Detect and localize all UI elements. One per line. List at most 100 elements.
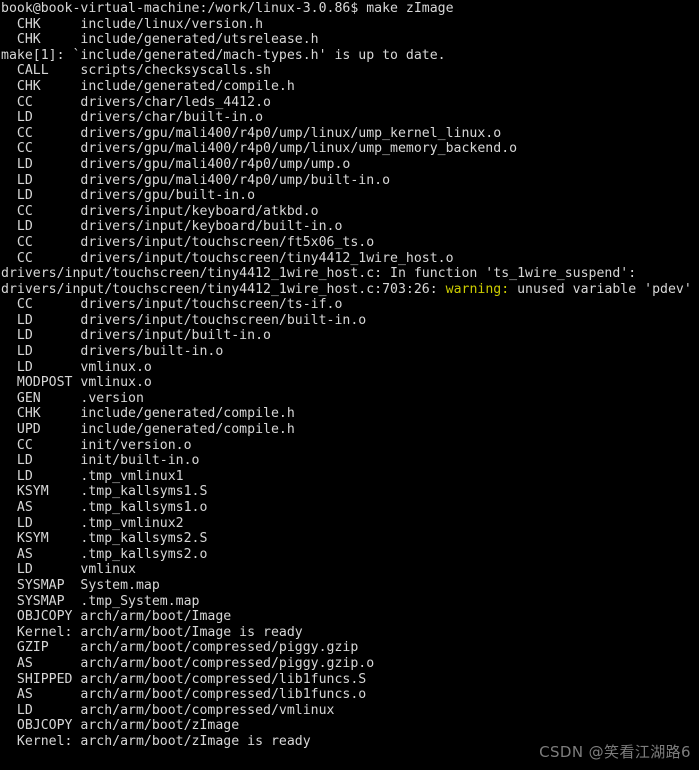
terminal-line: CHK include/generated/compile.h [0,79,699,95]
terminal-text: LD drivers/input/keyboard/built-in.o [1,219,343,235]
terminal-text: LD drivers/char/built-in.o [1,110,264,126]
terminal-line: Kernel: arch/arm/boot/Image is ready [0,625,699,641]
terminal-text: CALL scripts/checksyscalls.sh [1,63,271,79]
terminal-text: SHIPPED arch/arm/boot/compressed/lib1fun… [1,671,367,687]
terminal-text: LD drivers/gpu/built-in.o [1,188,256,204]
terminal-line: LD drivers/gpu/built-in.o [0,188,699,204]
terminal-text: Kernel: arch/arm/boot/Image is ready [1,624,303,640]
terminal-text: CC drivers/char/leds_4412.o [1,94,271,110]
terminal-line: LD drivers/gpu/mali400/r4p0/ump/built-in… [0,173,699,189]
terminal-text: LD vmlinux.o [1,359,152,375]
terminal-text: UPD include/generated/compile.h [1,422,295,438]
terminal-text: CC drivers/input/touchscreen/ft5x06_ts.o [1,234,375,250]
terminal-text: LD drivers/gpu/mali400/r4p0/ump/ump.o [1,156,351,172]
terminal-line: SYSMAP .tmp_System.map [0,594,699,610]
terminal-line: OBJCOPY arch/arm/boot/zImage [0,718,699,734]
terminal-line: AS .tmp_kallsyms2.o [0,547,699,563]
terminal-line: make[1]: `include/generated/mach-types.h… [0,48,699,64]
terminal-text: CHK include/linux/version.h [1,16,264,32]
terminal-text: GEN .version [1,390,144,406]
terminal-line: KSYM .tmp_kallsyms1.S [0,484,699,500]
terminal-line: CHK include/linux/version.h [0,17,699,33]
terminal-text: SYSMAP System.map [1,577,160,593]
terminal-text: CHK include/generated/compile.h [1,78,295,94]
terminal-text: MODPOST vmlinux.o [1,375,152,391]
terminal-line: CC drivers/input/keyboard/atkbd.o [0,204,699,220]
terminal-text: Kernel: arch/arm/boot/zImage is ready [1,733,311,749]
terminal-line: drivers/input/touchscreen/tiny4412_1wire… [0,282,699,298]
terminal-text: LD arch/arm/boot/compressed/vmlinux [1,702,335,718]
terminal-line: CC drivers/input/touchscreen/ft5x06_ts.o [0,235,699,251]
terminal-output[interactable]: book@book-virtual-machine:/work/linux-3.… [0,1,699,750]
terminal-text: CC drivers/input/touchscreen/tiny4412_1w… [1,250,454,266]
terminal-line: AS arch/arm/boot/compressed/piggy.gzip.o [0,656,699,672]
terminal-line: LD .tmp_vmlinux1 [0,469,699,485]
terminal-text: KSYM .tmp_kallsyms1.S [1,484,208,500]
terminal-line: CC drivers/input/touchscreen/ts-if.o [0,297,699,313]
terminal-line: LD drivers/built-in.o [0,344,699,360]
terminal-line: LD drivers/char/built-in.o [0,110,699,126]
terminal-line: LD drivers/input/touchscreen/built-in.o [0,313,699,329]
terminal-line: SYSMAP System.map [0,578,699,594]
terminal-text: KSYM .tmp_kallsyms2.S [1,531,208,547]
terminal-line: OBJCOPY arch/arm/boot/Image [0,609,699,625]
terminal-text: drivers/input/touchscreen/tiny4412_1wire… [1,281,446,297]
warning-token: warning: [445,281,510,297]
terminal-line: CHK include/generated/utsrelease.h [0,32,699,48]
terminal-line: AS arch/arm/boot/compressed/lib1funcs.o [0,687,699,703]
terminal-text: CHK include/generated/utsrelease.h [1,32,319,48]
terminal-text: LD drivers/gpu/mali400/r4p0/ump/built-in… [1,172,391,188]
terminal-line: CHK include/generated/compile.h [0,406,699,422]
terminal-text: CC drivers/gpu/mali400/r4p0/ump/linux/um… [1,125,502,141]
terminal-text: LD drivers/input/touchscreen/built-in.o [1,312,367,328]
terminal-line: CC drivers/gpu/mali400/r4p0/ump/linux/um… [0,141,699,157]
terminal-line: GEN .version [0,391,699,407]
terminal-text: AS arch/arm/boot/compressed/lib1funcs.o [1,687,367,703]
terminal-text: CC drivers/input/keyboard/atkbd.o [1,203,319,219]
terminal-line: CC drivers/char/leds_4412.o [0,95,699,111]
terminal-text: CC drivers/input/touchscreen/ts-if.o [1,297,343,313]
terminal-line: CC drivers/gpu/mali400/r4p0/ump/linux/um… [0,126,699,142]
terminal-text: CHK include/generated/compile.h [1,406,295,422]
terminal-line: LD vmlinux [0,562,699,578]
terminal-text: LD init/built-in.o [1,453,200,469]
terminal-text: AS .tmp_kallsyms2.o [1,546,208,562]
terminal-text: LD drivers/input/built-in.o [1,328,271,344]
terminal-line: LD .tmp_vmlinux2 [0,516,699,532]
terminal-line: LD init/built-in.o [0,453,699,469]
terminal-line: LD drivers/gpu/mali400/r4p0/ump/ump.o [0,157,699,173]
terminal-line: book@book-virtual-machine:/work/linux-3.… [0,1,699,17]
terminal-line: CALL scripts/checksyscalls.sh [0,63,699,79]
terminal-line: UPD include/generated/compile.h [0,422,699,438]
terminal-line: Kernel: arch/arm/boot/zImage is ready [0,734,699,750]
terminal-text: AS .tmp_kallsyms1.o [1,500,208,515]
terminal-text: unused variable 'pdev' [509,281,692,297]
terminal-line: CC drivers/input/touchscreen/tiny4412_1w… [0,251,699,267]
terminal-text: GZIP arch/arm/boot/compressed/piggy.gzip [1,640,359,656]
terminal-line: LD drivers/input/built-in.o [0,328,699,344]
terminal-text: drivers/input/touchscreen/tiny4412_1wire… [1,266,637,282]
terminal-line: SHIPPED arch/arm/boot/compressed/lib1fun… [0,672,699,688]
terminal-line: CC init/version.o [0,438,699,454]
terminal-line: GZIP arch/arm/boot/compressed/piggy.gzip [0,640,699,656]
terminal-line: LD arch/arm/boot/compressed/vmlinux [0,703,699,719]
terminal-window[interactable]: book@book-virtual-machine:/work/linux-3.… [0,0,699,770]
terminal-text: CC init/version.o [1,437,192,453]
terminal-text: LD vmlinux [1,562,136,578]
terminal-line: LD drivers/input/keyboard/built-in.o [0,219,699,235]
terminal-line: LD vmlinux.o [0,360,699,376]
terminal-text: CC drivers/gpu/mali400/r4p0/ump/linux/um… [1,141,518,157]
terminal-text: make[1]: `include/generated/mach-types.h… [1,47,446,63]
terminal-text: SYSMAP .tmp_System.map [1,593,200,609]
terminal-line: KSYM .tmp_kallsyms2.S [0,531,699,547]
terminal-line: AS .tmp_kallsyms1.o [0,500,699,516]
terminal-line: drivers/input/touchscreen/tiny4412_1wire… [0,266,699,282]
terminal-text: AS arch/arm/boot/compressed/piggy.gzip.o [1,655,375,671]
terminal-text: OBJCOPY arch/arm/boot/zImage [1,718,240,734]
terminal-text: LD drivers/built-in.o [1,344,224,360]
terminal-text: book@book-virtual-machine:/work/linux-3.… [1,1,454,16]
terminal-line: MODPOST vmlinux.o [0,375,699,391]
terminal-text: LD .tmp_vmlinux1 [1,468,184,484]
terminal-text: OBJCOPY arch/arm/boot/Image [1,609,232,625]
terminal-text: LD .tmp_vmlinux2 [1,515,184,531]
